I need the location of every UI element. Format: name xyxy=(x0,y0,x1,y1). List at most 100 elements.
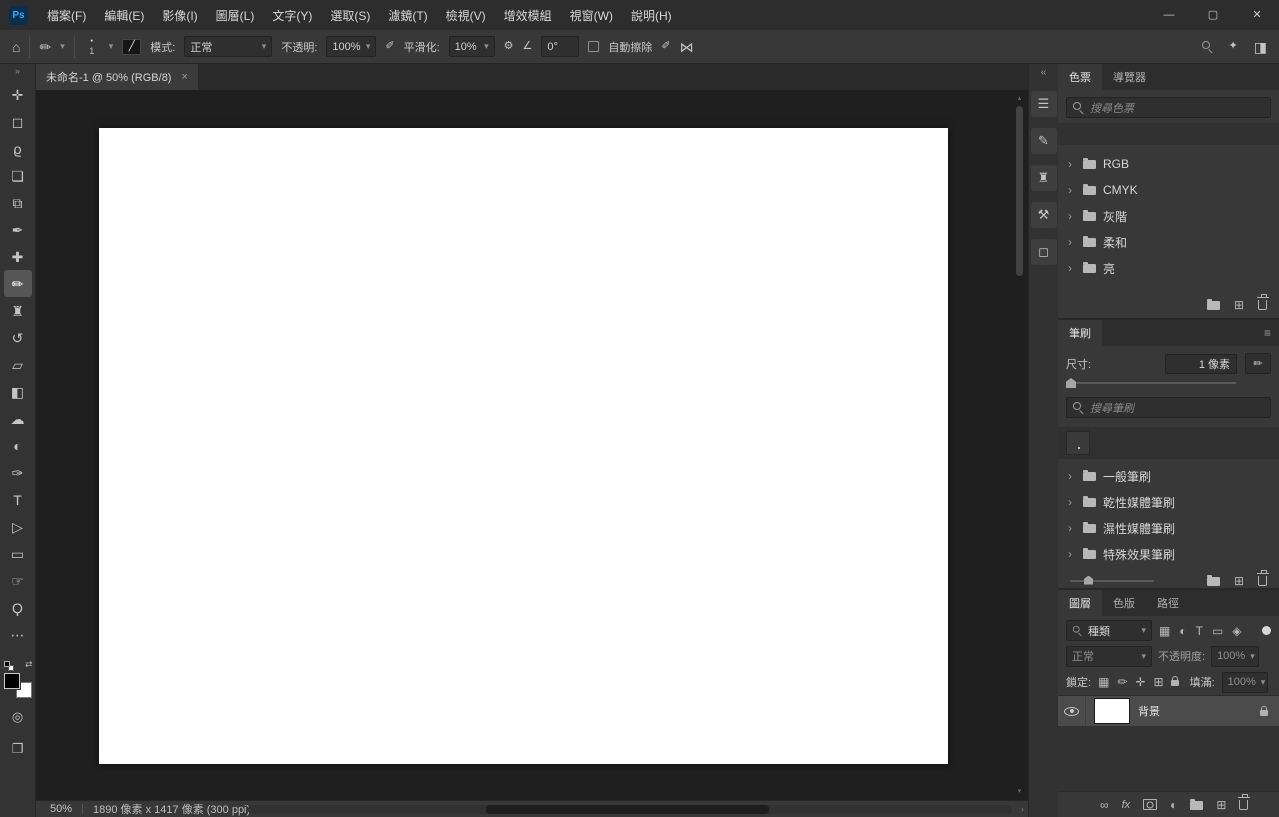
new-group-icon[interactable] xyxy=(1206,298,1220,310)
foreground-color-swatch[interactable] xyxy=(3,673,20,689)
zoom-tool[interactable]: Ϙ xyxy=(4,594,32,621)
blend-mode-dropdown[interactable]: 正常 ▾ xyxy=(184,36,273,57)
quick-mask-button[interactable]: ◎ xyxy=(4,704,32,730)
filter-adjustment-layers-icon[interactable]: ◐ xyxy=(1179,625,1186,637)
brush-group-row[interactable]: › 濕性媒體筆刷 xyxy=(1058,515,1279,541)
brush-group-row[interactable]: › 一般筆刷 xyxy=(1058,463,1279,489)
properties-panel-icon[interactable]: ◻ xyxy=(1030,239,1057,265)
brush-search-input[interactable]: 搜尋筆刷 xyxy=(1066,397,1271,418)
delete-icon[interactable] xyxy=(1256,570,1269,586)
menu-item[interactable]: 濾鏡(T) xyxy=(379,0,436,30)
panel-menu-icon[interactable]: ≡ xyxy=(1256,320,1279,346)
swatch-search-input[interactable]: 搜尋色票 xyxy=(1066,97,1271,118)
move-tool[interactable]: ✛ xyxy=(4,81,32,108)
chevron-right-icon[interactable]: › xyxy=(1068,235,1076,249)
opacity-dropdown[interactable]: 100% ▾ xyxy=(326,36,377,57)
lock-transparency-icon[interactable]: ▦ xyxy=(1098,676,1109,688)
blur-tool[interactable]: ☁ xyxy=(4,405,32,432)
clone-source-panel-icon[interactable]: ♜ xyxy=(1030,165,1057,191)
close-button[interactable]: ✕ xyxy=(1235,0,1279,30)
brush-angle-input[interactable]: 0° xyxy=(541,36,580,57)
menu-item[interactable]: 說明(H) xyxy=(622,0,681,30)
new-group-icon[interactable] xyxy=(1206,574,1220,586)
crop-tool[interactable]: ⧉ xyxy=(4,189,32,216)
tool-presets-panel-icon[interactable]: ⚒ xyxy=(1030,202,1057,228)
edit-toolbar-button[interactable]: ⋯ xyxy=(4,621,32,648)
filter-smart-objects-icon[interactable]: ◈ xyxy=(1232,625,1241,637)
brush-settings-panel-toggle[interactable]: ╱ xyxy=(122,38,142,55)
filter-type-layers-icon[interactable]: T xyxy=(1196,625,1203,637)
chevron-right-icon[interactable]: › xyxy=(1068,469,1076,483)
pen-tool[interactable]: ✑ xyxy=(4,459,32,486)
shape-tool[interactable]: ▭ xyxy=(4,540,32,567)
clone-stamp-tool[interactable]: ♜ xyxy=(4,297,32,324)
zoom-level[interactable]: 50% xyxy=(50,803,72,815)
pencil-tool[interactable]: ✏ xyxy=(3,270,32,297)
document-canvas[interactable] xyxy=(99,128,948,764)
layer-opacity-dropdown[interactable]: 100% ▾ xyxy=(1211,645,1260,667)
swatch-group-row[interactable]: › 亮 xyxy=(1058,255,1279,281)
scroll-up-icon[interactable]: ▴ xyxy=(1014,94,1025,102)
smoothing-options-gear-icon[interactable]: ⚙ xyxy=(504,41,514,52)
panel-tab[interactable]: 圖層 xyxy=(1058,590,1102,616)
hand-tool[interactable]: ☞ xyxy=(4,567,32,594)
swap-colors-icon[interactable]: ⇄ xyxy=(25,659,33,670)
swatch-group-row[interactable]: › CMYK xyxy=(1058,177,1279,203)
menu-item[interactable]: 編輯(E) xyxy=(95,0,153,30)
brush-group-row[interactable]: › 乾性媒體筆刷 xyxy=(1058,489,1279,515)
chevron-right-icon[interactable]: › xyxy=(1068,157,1076,171)
new-swatch-icon[interactable]: ⊞ xyxy=(1234,299,1244,311)
new-adjustment-layer-icon[interactable]: ◐ xyxy=(1170,799,1177,811)
lock-position-icon[interactable]: ✛ xyxy=(1135,676,1145,688)
delete-icon[interactable] xyxy=(1256,294,1269,310)
eyedropper-tool[interactable]: ✒ xyxy=(4,216,32,243)
layer-blend-mode-dropdown[interactable]: 正常 ▾ xyxy=(1066,645,1152,667)
swatch-group-row[interactable]: › RGB xyxy=(1058,151,1279,177)
lock-pixels-icon[interactable]: ✏ xyxy=(1117,676,1127,688)
object-selection-tool[interactable]: ❏ xyxy=(4,162,32,189)
paint-symmetry-icon[interactable]: ⋈ xyxy=(680,40,694,54)
chevron-right-icon[interactable]: › xyxy=(1068,261,1076,275)
brush-size-input[interactable]: 1 像素 xyxy=(1165,353,1237,374)
lasso-tool[interactable]: ϱ xyxy=(4,135,32,162)
auto-erase-checkbox[interactable] xyxy=(588,41,600,52)
vertical-scrollbar-thumb[interactable] xyxy=(1016,106,1023,276)
lock-artboard-icon[interactable]: ⊞ xyxy=(1154,676,1164,688)
search-icon[interactable] xyxy=(1201,41,1213,52)
add-layer-mask-icon[interactable] xyxy=(1143,799,1158,810)
menu-item[interactable]: 選取(S) xyxy=(321,0,379,30)
screen-mode-button[interactable]: ❐ xyxy=(4,736,32,762)
panel-tab[interactable]: 色版 xyxy=(1102,590,1146,616)
brushes-panel-icon[interactable]: ✎ xyxy=(1030,128,1057,154)
layer-filter-dropdown[interactable]: 種類 ▾ xyxy=(1066,620,1152,641)
maximize-button[interactable]: ▢ xyxy=(1191,0,1235,30)
delete-layer-icon[interactable] xyxy=(1237,794,1250,810)
menu-item[interactable]: 增效模組 xyxy=(495,0,561,30)
chevron-right-icon[interactable]: › xyxy=(1068,209,1076,223)
horizontal-scrollbar-thumb[interactable] xyxy=(486,805,769,814)
home-icon[interactable]: ⌂ xyxy=(12,40,20,54)
chevron-right-icon[interactable]: › xyxy=(1068,183,1076,197)
brush-preview-toggle[interactable]: ✏ xyxy=(1245,353,1271,374)
expand-panels-icon[interactable]: « xyxy=(1041,67,1047,83)
chevron-right-icon[interactable]: › xyxy=(1068,547,1076,561)
gradient-tool[interactable]: ◧ xyxy=(4,378,32,405)
minimize-button[interactable]: — xyxy=(1147,0,1191,30)
smoothing-dropdown[interactable]: 10% ▾ xyxy=(448,36,495,57)
brush-preset-picker[interactable]: • 1 xyxy=(84,38,100,56)
filter-pixel-layers-icon[interactable]: ▦ xyxy=(1159,625,1170,637)
new-brush-icon[interactable]: ⊞ xyxy=(1234,575,1244,587)
chevron-right-icon[interactable]: › xyxy=(1068,495,1076,509)
menu-item[interactable]: 文字(Y) xyxy=(263,0,321,30)
dodge-tool[interactable]: ◐ xyxy=(4,432,32,459)
tab-brushes[interactable]: 筆刷 xyxy=(1058,320,1102,346)
menu-item[interactable]: 影像(I) xyxy=(153,0,206,30)
new-group-icon[interactable] xyxy=(1190,798,1204,810)
brush-size-slider[interactable] xyxy=(1066,376,1236,390)
marquee-tool[interactable]: ◻ xyxy=(4,108,32,135)
active-tool-icon[interactable]: ✏ xyxy=(39,40,51,54)
eraser-tool[interactable]: ▱ xyxy=(4,351,32,378)
scroll-left-icon[interactable]: ‹ xyxy=(236,804,239,814)
menu-item[interactable]: 視窗(W) xyxy=(561,0,622,30)
swatch-group-row[interactable]: › 柔和 xyxy=(1058,229,1279,255)
